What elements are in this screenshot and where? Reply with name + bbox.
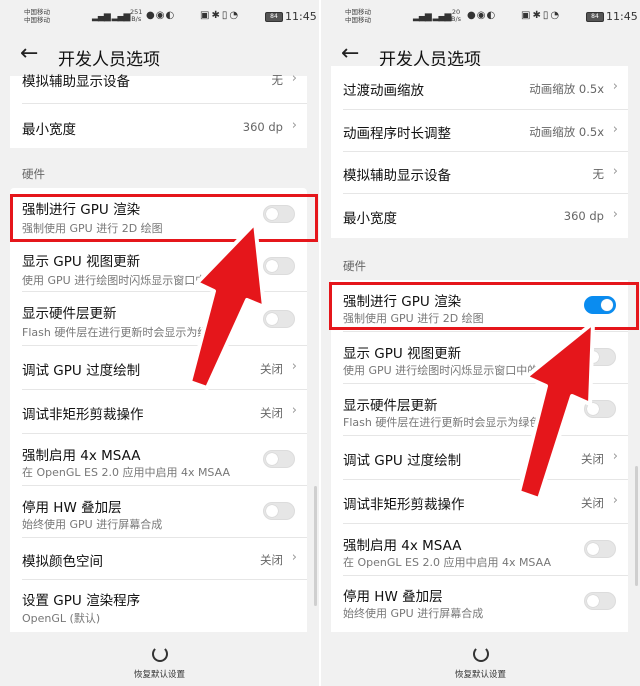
right-screenshot: 中国移动 中国移动 ▂▄▆ ▂▄▆ 20 B/s ●◉◐ ▣✱▯◔ 84 11:… xyxy=(321,0,640,686)
red-arrow-annotation xyxy=(517,321,595,501)
left-screenshot: 中国移动 中国移动 ▂▄▆ ▂▄▆ 251 B/s ●◉◐ ▣✱▯◔ 84 11… xyxy=(0,0,319,686)
arrow-shape xyxy=(188,221,266,390)
arrow-shape xyxy=(517,321,595,501)
red-arrow-annotation xyxy=(188,221,266,390)
